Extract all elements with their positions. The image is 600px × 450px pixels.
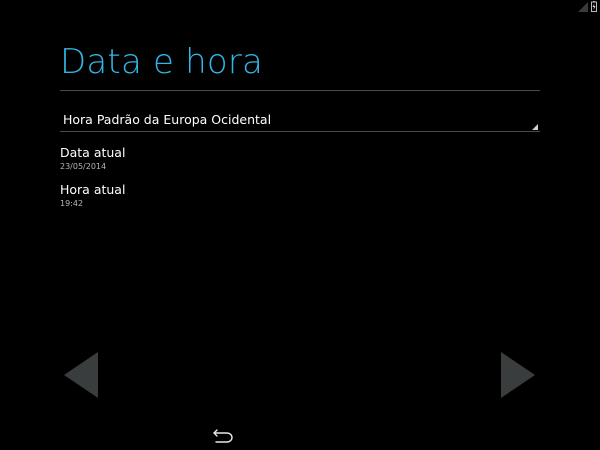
time-setting-row[interactable]: Hora atual 19:42	[60, 182, 540, 214]
next-button[interactable]	[501, 352, 535, 398]
spinner-dropdown-icon	[532, 124, 538, 130]
setup-wizard-screen: Data e hora Hora Padrão da Europa Ociden…	[0, 0, 600, 450]
right-triangle-icon	[501, 352, 535, 398]
page-title: Data e hora	[60, 42, 264, 82]
status-bar	[560, 0, 600, 14]
signal-icon	[578, 2, 588, 12]
time-setting-value: 19:42	[60, 199, 84, 208]
timezone-label: Hora Padrão da Europa Ocidental	[63, 112, 272, 127]
back-arrow-icon	[213, 429, 233, 443]
back-button[interactable]	[210, 428, 236, 444]
spinner-underline	[60, 131, 540, 132]
previous-button[interactable]	[64, 352, 98, 398]
date-setting-title: Data atual	[60, 145, 126, 160]
date-setting-row[interactable]: Data atual 23/05/2014	[60, 145, 540, 177]
title-divider	[60, 90, 540, 91]
date-setting-value: 23/05/2014	[60, 162, 107, 171]
battery-charging-icon	[591, 1, 597, 12]
timezone-spinner[interactable]: Hora Padrão da Europa Ocidental	[60, 106, 540, 132]
time-setting-title: Hora atual	[60, 182, 126, 197]
left-triangle-icon	[64, 352, 98, 398]
